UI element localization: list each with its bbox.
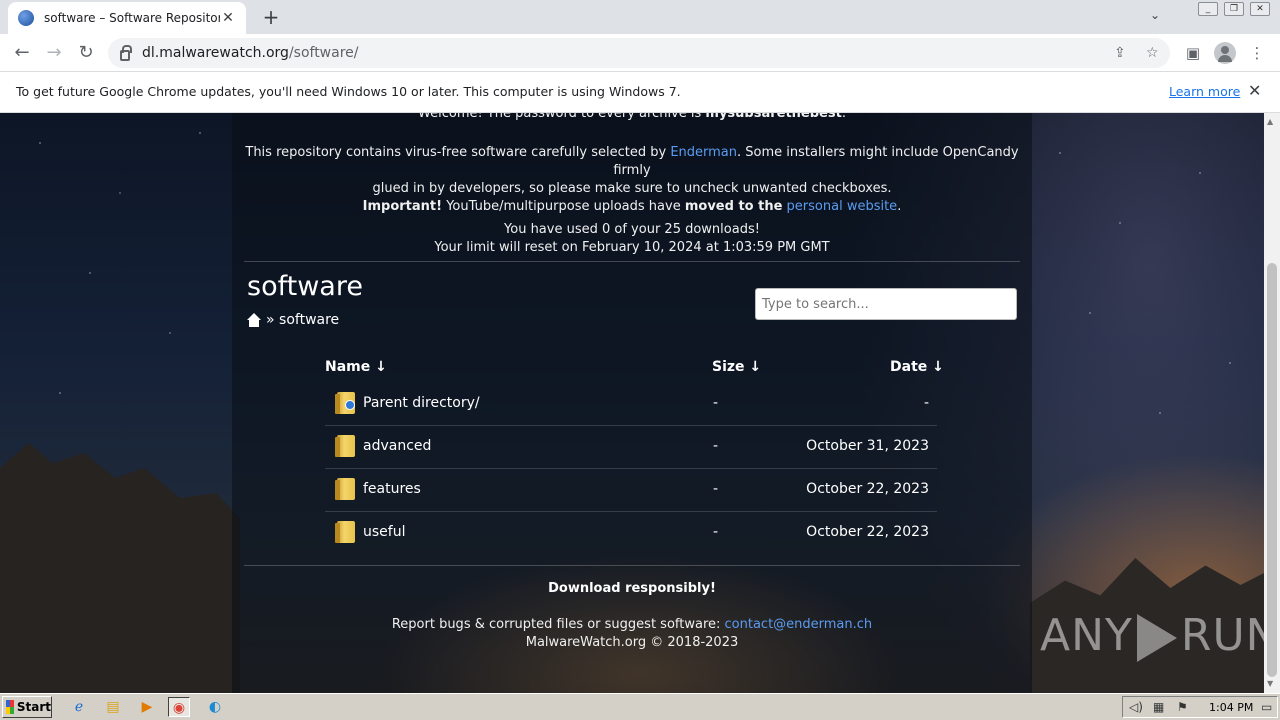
file-explorer-icon[interactable]: ▤ [102,697,124,717]
divider [244,565,1020,566]
breadcrumb: » software [247,312,339,328]
file-date: October 22, 2023 [806,524,929,540]
file-size: - [713,481,719,497]
learn-more-link[interactable]: Learn more [1169,84,1240,99]
table-row[interactable]: Parent directory/ - - [325,383,937,426]
table-row[interactable]: useful - October 22, 2023 [325,512,937,555]
file-size: - [713,395,719,411]
browser-toolbar: ← → ↻ dl.malwarewatch.org/software/ ⇪ ☆ … [0,34,1280,72]
archive-password: mysubsarethebest [705,113,842,121]
breadcrumb-separator: » [266,312,275,328]
enderman-link[interactable]: Enderman [670,145,737,160]
contact-email-link[interactable]: contact@enderman.ch [725,617,873,632]
anyrun-watermark: ANY RUN [1040,610,1280,662]
url-host: dl.malwarewatch.org [142,45,289,61]
forward-arrow-icon[interactable]: → [42,41,66,65]
home-icon[interactable] [247,313,261,327]
bookmark-star-icon[interactable]: ☆ [1146,45,1159,61]
file-name[interactable]: useful [363,524,405,540]
page-scrollbar[interactable]: ▲ ▼ [1264,113,1280,693]
page-title: software [247,271,363,302]
column-header-size[interactable]: Size ↓ [712,359,761,375]
lock-icon[interactable] [120,44,132,61]
restore-button[interactable]: ❐ [1224,2,1244,16]
table-row[interactable]: advanced - October 31, 2023 [325,426,937,469]
search-input[interactable] [755,288,1017,320]
internet-explorer-icon[interactable]: ℯ [68,697,90,717]
reload-icon[interactable]: ↻ [74,41,98,65]
file-date: October 31, 2023 [806,438,929,454]
tab-search-chevron-icon[interactable]: ⌄ [1150,8,1160,22]
scroll-down-icon[interactable]: ▼ [1267,679,1273,688]
tab-software[interactable]: software – Software Repository ✕ [8,2,246,34]
windows-flag-icon [6,700,14,714]
file-name[interactable]: advanced [363,438,431,454]
folder-icon [335,521,355,543]
start-button[interactable]: Start [2,696,52,718]
media-player-icon[interactable]: ▶ [136,697,158,717]
file-name[interactable]: Parent directory/ [363,395,480,411]
footer-copyright: MalwareWatch.org © 2018-2023 [525,635,739,650]
system-tray: ◁) ▦ ⚑ 1:04 PM ▭ [1122,696,1278,718]
network-icon[interactable]: ▦ [1153,700,1164,714]
breadcrumb-current[interactable]: software [279,312,339,328]
back-arrow-icon[interactable]: ← [10,41,34,65]
content-panel: Welcome! The password to every archive i… [232,113,1032,693]
side-panel-icon[interactable]: ▣ [1183,43,1203,63]
volume-icon[interactable]: ◁) [1129,700,1143,714]
file-date: - [923,395,929,411]
infobar-message: To get future Google Chrome updates, you… [16,84,681,99]
window-controls: _ ❐ ✕ [1198,2,1270,16]
infobar-close-icon[interactable]: ✕ [1248,81,1261,100]
personal-website-link[interactable]: personal website [787,199,898,214]
download-quota: You have used 0 of your 25 downloads! [504,222,760,237]
folder-icon [335,478,355,500]
divider [244,261,1020,262]
footer-title: Download responsibly! [548,581,716,596]
show-desktop-icon[interactable]: ▭ [1261,700,1272,714]
page-viewport: Welcome! The password to every archive i… [0,113,1264,693]
file-date: October 22, 2023 [806,481,929,497]
action-center-flag-icon[interactable]: ⚑ [1177,700,1188,714]
tab-title: software – Software Repository [44,11,220,25]
update-infobar: To get future Google Chrome updates, you… [0,72,1280,113]
column-header-date[interactable]: Date ↓ [890,359,944,375]
tab-strip: software – Software Repository ✕ + ⌄ _ ❐… [0,0,1280,34]
file-name[interactable]: features [363,481,421,497]
menu-kebab-icon[interactable]: ⋮ [1247,43,1267,63]
important-notice: Important! YouTube/multipurpose uploads … [362,199,902,214]
taskbar-clock[interactable]: 1:04 PM [1209,701,1253,714]
new-tab-button[interactable]: + [258,4,284,30]
parent-folder-icon [335,392,355,414]
scroll-up-icon[interactable]: ▲ [1267,117,1273,126]
quota-reset: Your limit will reset on February 10, 20… [434,240,830,255]
profile-avatar[interactable] [1214,42,1236,64]
file-size: - [713,438,719,454]
folder-icon [335,435,355,457]
password-notice: Welcome! The password to every archive i… [232,113,1032,121]
globe-icon [18,10,34,26]
intro-paragraph: This repository contains virus-free soft… [245,145,1019,196]
tab-close-icon[interactable]: ✕ [220,10,236,26]
play-triangle-icon [1136,614,1177,662]
address-bar[interactable]: dl.malwarewatch.org/software/ ⇪ ☆ [108,38,1170,68]
footer-report: Report bugs & corrupted files or suggest… [391,617,873,632]
windows-taskbar: Start ℯ ▤ ▶ ◉ ◐ ◁) ▦ ⚑ 1:04 PM ▭ [0,693,1280,720]
minimize-button[interactable]: _ [1198,2,1218,16]
share-icon[interactable]: ⇪ [1114,45,1126,61]
scroll-thumb[interactable] [1267,263,1277,677]
table-row[interactable]: features - October 22, 2023 [325,469,937,512]
edge-icon[interactable]: ◐ [204,697,226,717]
url-path: /software/ [288,45,359,61]
column-header-name[interactable]: Name ↓ [325,359,387,375]
chrome-icon[interactable]: ◉ [168,697,190,717]
file-size: - [713,524,719,540]
close-window-button[interactable]: ✕ [1250,2,1270,16]
